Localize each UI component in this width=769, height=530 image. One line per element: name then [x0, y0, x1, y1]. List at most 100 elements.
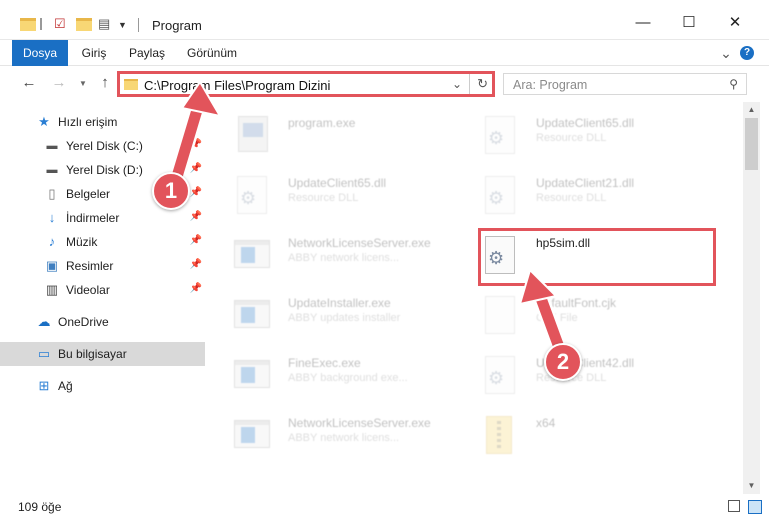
list-item[interactable]: DefaultFont.cjk CJK File: [456, 286, 696, 342]
app-file-icon: [232, 294, 272, 338]
sidebar-item-label: Müzik: [66, 235, 98, 249]
sidebar-item-label: İndirmeler: [66, 211, 120, 225]
forward-arrow-icon[interactable]: →: [50, 74, 68, 91]
item-count: 109 öğe: [18, 500, 62, 514]
file-name: NetworkLicenseServer.exe: [288, 236, 431, 250]
list-item[interactable]: FineExec.exe ABBY background exe...: [208, 346, 448, 402]
close-button[interactable]: ✕: [712, 8, 758, 38]
list-item[interactable]: UpdateInstaller.exe ABBY updates install…: [208, 286, 448, 342]
sidebar-item-onedrive[interactable]: ☁ OneDrive: [0, 310, 205, 334]
pin-icon: 📌: [189, 283, 202, 294]
highlight-box: [478, 228, 716, 286]
drive-icon: ▬: [46, 164, 58, 176]
up-arrow-icon[interactable]: ↑: [96, 74, 114, 91]
pin-icon: 📌: [189, 259, 202, 270]
status-bar: 109 öğe: [0, 494, 769, 530]
sidebar-item-network[interactable]: ⊞ Ağ: [0, 374, 205, 398]
title-divider: [138, 18, 139, 32]
scrollbar-thumb[interactable]: [745, 118, 758, 170]
vertical-scrollbar[interactable]: ▲ ▼: [743, 102, 760, 494]
ribbon: Dosya Giriş Paylaş Görünüm ⌄ ?: [0, 40, 769, 66]
music-icon: ♪: [48, 234, 56, 249]
file-name: UpdateInstaller.exe: [288, 296, 391, 310]
sidebar-item-videos[interactable]: ▥ Videolar 📌: [0, 278, 205, 302]
file-list: program.exe ⚙ UpdateClient65.dll Resourc…: [208, 102, 743, 494]
back-arrow-icon[interactable]: ←: [20, 74, 38, 91]
app-file-icon: [232, 414, 272, 458]
file-description: ABBY updates installer: [288, 312, 401, 324]
documents-icon: ▯: [48, 186, 56, 201]
exe-file-icon: [232, 114, 272, 158]
large-icons-view-icon[interactable]: [748, 500, 762, 514]
drive-icon: ▬: [46, 140, 58, 152]
app-file-icon: [232, 354, 272, 398]
address-bar[interactable]: C:\Program Files\Program Dizini ⌄ ↻: [117, 71, 495, 97]
dll-file-icon: ⚙: [480, 114, 520, 158]
list-item[interactable]: ⚙ UpdateClient65.dll Resource DLL: [456, 106, 696, 162]
sidebar-item-music[interactable]: ♪ Müzik 📌: [0, 230, 205, 254]
help-button[interactable]: ?: [740, 46, 754, 60]
address-dropdown-chevron-icon[interactable]: ⌄: [452, 77, 462, 91]
scroll-down-icon[interactable]: ▼: [743, 478, 760, 494]
network-icon: ⊞: [38, 378, 50, 393]
window-title: Program: [152, 18, 202, 33]
file-name: x64: [536, 416, 556, 430]
search-box[interactable]: Ara: Program ⚲: [503, 73, 747, 95]
details-view-icon[interactable]: [728, 500, 740, 512]
recent-locations-chevron-icon[interactable]: ▼: [74, 79, 92, 88]
chevron-down-icon[interactable]: ▼: [118, 16, 134, 32]
scroll-up-icon[interactable]: ▲: [743, 102, 760, 118]
sidebar-item-local-disk-c[interactable]: ▬ Yerel Disk (C:) 📌: [0, 134, 205, 158]
dll-file-icon: ⚙: [232, 174, 272, 218]
zip-folder-icon: [480, 414, 520, 458]
cloud-icon: ☁: [37, 314, 51, 329]
sidebar-item-label: Resimler: [66, 259, 114, 273]
list-item[interactable]: program.exe: [208, 106, 448, 162]
videos-icon: ▥: [45, 282, 59, 297]
file-description: ABBY network licens...: [288, 252, 400, 264]
sidebar-item-this-pc[interactable]: ▭ Bu bilgisayar: [0, 342, 205, 366]
file-description: CJK File: [536, 312, 578, 324]
tab-home[interactable]: Giriş: [74, 40, 114, 66]
customize-quick-access-icon[interactable]: ▤: [98, 16, 114, 32]
sidebar-item-label: Yerel Disk (C:): [66, 139, 143, 153]
refresh-icon[interactable]: ↻: [477, 76, 488, 92]
new-folder-icon[interactable]: [76, 16, 92, 32]
list-item[interactable]: ⚙ UpdateClient21.dll Resource DLL: [456, 166, 696, 222]
step-badge-1: 1: [152, 172, 190, 210]
pictures-icon: ▣: [45, 258, 59, 273]
file-description: Resource DLL: [536, 192, 607, 204]
folder-icon: [124, 79, 138, 90]
tab-file[interactable]: Dosya: [12, 40, 68, 66]
list-item[interactable]: x64: [456, 406, 696, 462]
app-file-icon: [232, 234, 272, 278]
list-item[interactable]: NetworkLicenseServer.exe ABBY network li…: [208, 406, 448, 462]
address-separator: [469, 74, 470, 94]
list-item[interactable]: NetworkLicenseServer.exe ABBY network li…: [208, 226, 448, 282]
sidebar-item-quick-access[interactable]: ★ Hızlı erişim: [0, 110, 205, 134]
sidebar-item-pictures[interactable]: ▣ Resimler 📌: [0, 254, 205, 278]
maximize-button[interactable]: ☐: [666, 8, 712, 38]
file-description: ABBY background exe...: [288, 372, 408, 384]
minimize-button[interactable]: —: [620, 8, 666, 38]
sidebar-item-label: Videolar: [66, 283, 110, 297]
file-name: FineExec.exe: [288, 356, 361, 370]
properties-icon[interactable]: ☑: [54, 16, 70, 32]
file-name: UpdateClient65.dll: [288, 176, 387, 190]
tab-share[interactable]: Paylaş: [124, 40, 170, 66]
file-name: program.exe: [288, 116, 356, 130]
pin-icon: 📌: [189, 139, 202, 150]
file-name: UpdateClient21.dll: [536, 176, 635, 190]
dll-file-icon: ⚙: [480, 354, 520, 398]
search-placeholder: Ara: Program: [513, 78, 588, 92]
list-item[interactable]: ⚙ UpdateClient65.dll Resource DLL: [208, 166, 448, 222]
pin-icon: 📌: [189, 235, 202, 246]
document-file-icon: [480, 294, 520, 338]
tab-view[interactable]: Görünüm: [184, 40, 240, 66]
sidebar-item-label: Belgeler: [66, 187, 111, 201]
folder-icon: [20, 16, 36, 32]
pin-icon: 📌: [189, 163, 202, 174]
expand-ribbon-button[interactable]: ⌄: [718, 40, 734, 66]
file-name: DefaultFont.cjk: [536, 296, 617, 310]
sidebar-item-label: Yerel Disk (D:): [66, 163, 143, 177]
